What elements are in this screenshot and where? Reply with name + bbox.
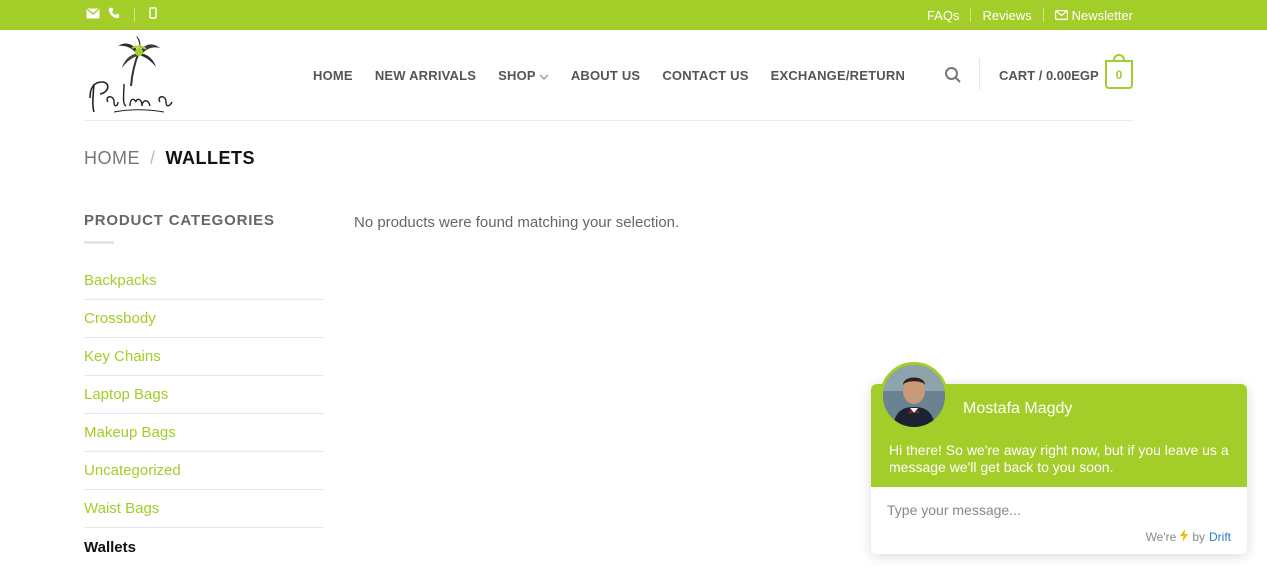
nav-exchange-return[interactable]: EXCHANGE/RETURN	[771, 68, 905, 83]
divider	[1042, 8, 1044, 22]
main-nav: HOME NEW ARRIVALS SHOP ABOUT US CONTACT …	[313, 30, 927, 120]
avatar	[880, 362, 948, 430]
top-bar-contact	[86, 0, 157, 30]
envelope-icon	[1054, 8, 1068, 23]
reviews-label: Reviews	[982, 7, 1032, 23]
lightning-icon	[1180, 529, 1189, 545]
nav-shop-label: SHOP	[498, 67, 536, 83]
cart-link[interactable]: CART / 0.00EGP 0	[999, 30, 1133, 120]
chat-message-input[interactable]: Type your message...	[887, 502, 1021, 518]
chat-widget: Mostafa Magdy Hi there! So we're away ri…	[871, 362, 1247, 554]
category-makeup-bags[interactable]: Makeup Bags	[84, 414, 324, 452]
title-divider	[84, 241, 114, 244]
nav-home[interactable]: HOME	[313, 68, 353, 83]
newsletter-label: Newsletter	[1071, 7, 1133, 23]
breadcrumb-separator: /	[150, 148, 156, 168]
nav-contact-us-label: CONTACT US	[662, 67, 749, 83]
site-header: HOME NEW ARRIVALS SHOP ABOUT US CONTACT …	[84, 30, 1134, 121]
breadcrumb: HOME / WALLETS	[84, 148, 255, 169]
nav-new-arrivals[interactable]: NEW ARRIVALS	[375, 68, 476, 83]
newsletter-link[interactable]: Newsletter	[1054, 7, 1133, 23]
no-products-notice: No products were found matching your sel…	[354, 214, 680, 231]
category-backpacks[interactable]: Backpacks	[84, 262, 324, 300]
site-logo[interactable]	[84, 36, 180, 118]
breadcrumb-current: WALLETS	[165, 148, 256, 168]
drift-link[interactable]: Drift	[1209, 530, 1231, 544]
reviews-link[interactable]: Reviews	[982, 8, 1031, 23]
phone-icon[interactable]	[108, 6, 120, 24]
sidebar-title: PRODUCT CATEGORIES	[84, 212, 275, 229]
divider	[970, 8, 972, 22]
drift-branding[interactable]: We're by Drift	[1146, 529, 1231, 545]
divider	[979, 58, 980, 90]
nav-home-label: HOME	[313, 67, 353, 83]
nav-shop[interactable]: SHOP	[498, 68, 549, 83]
search-icon[interactable]	[944, 66, 962, 84]
category-waist-bags[interactable]: Waist Bags	[84, 490, 324, 528]
divider	[134, 8, 135, 22]
chevron-down-icon	[539, 68, 549, 83]
brand-prefix: We're	[1145, 530, 1177, 544]
chat-header: Mostafa Magdy Hi there! So we're away ri…	[871, 362, 1247, 487]
cart-label: CART / 0.00EGP	[999, 67, 1099, 83]
mobile-icon[interactable]	[149, 6, 157, 24]
category-crossbody[interactable]: Crossbody	[84, 300, 324, 338]
nav-contact-us[interactable]: CONTACT US	[662, 68, 748, 83]
category-uncategorized[interactable]: Uncategorized	[84, 452, 324, 490]
nav-exchange-return-label: EXCHANGE/RETURN	[770, 67, 906, 83]
category-key-chains[interactable]: Key Chains	[84, 338, 324, 376]
product-categories-widget: PRODUCT CATEGORIES Backpacks Crossbody K…	[84, 212, 324, 566]
top-bar: FAQs Reviews Newsletter	[0, 0, 1267, 30]
agent-name: Mostafa Magdy	[963, 400, 1073, 417]
top-bar-links: FAQs Reviews Newsletter	[927, 0, 1133, 30]
breadcrumb-home[interactable]: HOME	[84, 148, 140, 169]
faqs-label: FAQs	[926, 7, 960, 23]
nav-about-us[interactable]: ABOUT US	[571, 68, 641, 83]
faqs-link[interactable]: FAQs	[927, 8, 960, 23]
chat-away-message: Hi there! So we're away right now, but i…	[889, 442, 1229, 475]
nav-new-arrivals-label: NEW ARRIVALS	[374, 67, 477, 83]
category-laptop-bags[interactable]: Laptop Bags	[84, 376, 324, 414]
cart-count-badge: 0	[1105, 60, 1133, 89]
category-wallets[interactable]: Wallets	[84, 528, 324, 566]
nav-about-us-label: ABOUT US	[570, 67, 641, 83]
brand-by: by	[1192, 530, 1205, 544]
envelope-icon[interactable]	[86, 6, 100, 24]
